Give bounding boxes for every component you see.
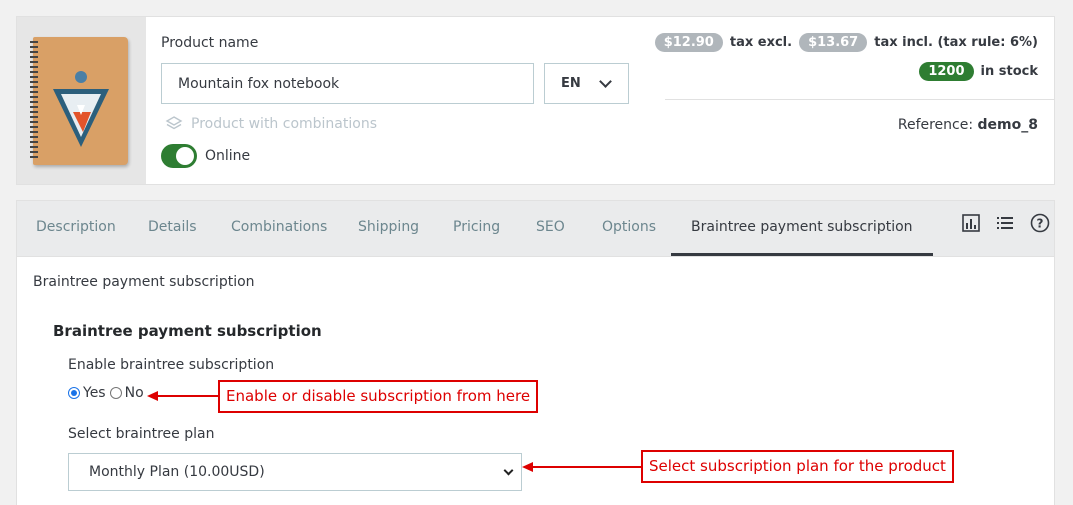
tab-combinations[interactable]: Combinations [231, 201, 327, 256]
language-value: EN [561, 76, 581, 91]
enable-subscription-radio-group: Yes No [68, 385, 144, 401]
plan-select-value: Monthly Plan (10.00USD) [89, 464, 265, 480]
yes-radio[interactable] [68, 387, 80, 399]
tab-description[interactable]: Description [36, 201, 116, 256]
no-radio[interactable] [109, 387, 122, 399]
tab-details[interactable]: Details [148, 201, 197, 256]
tax-excl-label: tax excl. [729, 35, 793, 50]
select-plan-label: Select braintree plan [68, 426, 215, 442]
svg-text:?: ? [1037, 217, 1044, 231]
panel-breadcrumb: Braintree payment subscription [33, 274, 255, 290]
tab-pricing[interactable]: Pricing [453, 201, 500, 256]
tab-options[interactable]: Options [602, 201, 656, 256]
product-thumbnail[interactable] [17, 17, 146, 184]
no-radio-label[interactable]: No [125, 385, 144, 401]
price-tax-excl-badge: $12.90 [654, 33, 723, 52]
enable-annotation-arrow [157, 395, 219, 397]
fox-artwork [53, 71, 109, 147]
product-name-label: Product name [161, 35, 259, 51]
tax-incl-label: tax incl. (tax rule: 6%) [874, 35, 1038, 50]
product-with-combinations-label: Product with combinations [191, 116, 377, 132]
price-summary: $12.90 tax excl. $13.67 tax incl. (tax r… [654, 33, 1038, 52]
yes-radio-label[interactable]: Yes [83, 385, 106, 401]
help-icon[interactable]: ? [1030, 213, 1050, 233]
list-icon[interactable] [995, 213, 1015, 233]
tab-braintree-payment-subscription[interactable]: Braintree payment subscription [671, 201, 933, 256]
enable-subscription-label: Enable braintree subscription [68, 357, 275, 373]
chevron-down-icon [503, 465, 514, 476]
tab-seo[interactable]: SEO [536, 201, 565, 256]
reference-value: demo_8 [977, 117, 1038, 133]
stock-summary: 1200 in stock [919, 62, 1038, 81]
product-name-input[interactable] [161, 63, 534, 104]
stats-icon[interactable] [961, 213, 981, 233]
product-header-card: Product name EN Product with combination… [16, 16, 1055, 185]
layers-icon [165, 116, 183, 130]
select-plan-annotation: Select subscription plan for the product [641, 450, 954, 483]
online-switch-row: Online [161, 144, 250, 168]
enable-subscription-annotation: Enable or disable subscription from here [218, 380, 539, 413]
stock-badge: 1200 [919, 62, 974, 81]
online-label: Online [205, 148, 251, 164]
price-tax-incl-badge: $13.67 [799, 33, 868, 52]
online-toggle[interactable] [161, 144, 197, 168]
braintree-plan-select[interactable]: Monthly Plan (10.00USD) [68, 453, 522, 491]
product-tabs: Description Details Combinations Shippin… [16, 200, 1055, 256]
header-divider [665, 99, 1054, 100]
product-with-combinations-option[interactable]: Product with combinations [165, 115, 377, 133]
language-select[interactable]: EN [544, 63, 629, 104]
stock-label: in stock [980, 64, 1038, 79]
notebook-image [30, 37, 128, 165]
chevron-down-icon [599, 75, 612, 88]
reference-row: Reference: demo_8 [898, 117, 1038, 133]
notebook-spiral [30, 41, 38, 161]
section-title: Braintree payment subscription [53, 322, 322, 340]
plan-annotation-arrow [532, 466, 642, 468]
tab-shipping[interactable]: Shipping [358, 201, 419, 256]
reference-label: Reference: [897, 117, 974, 133]
